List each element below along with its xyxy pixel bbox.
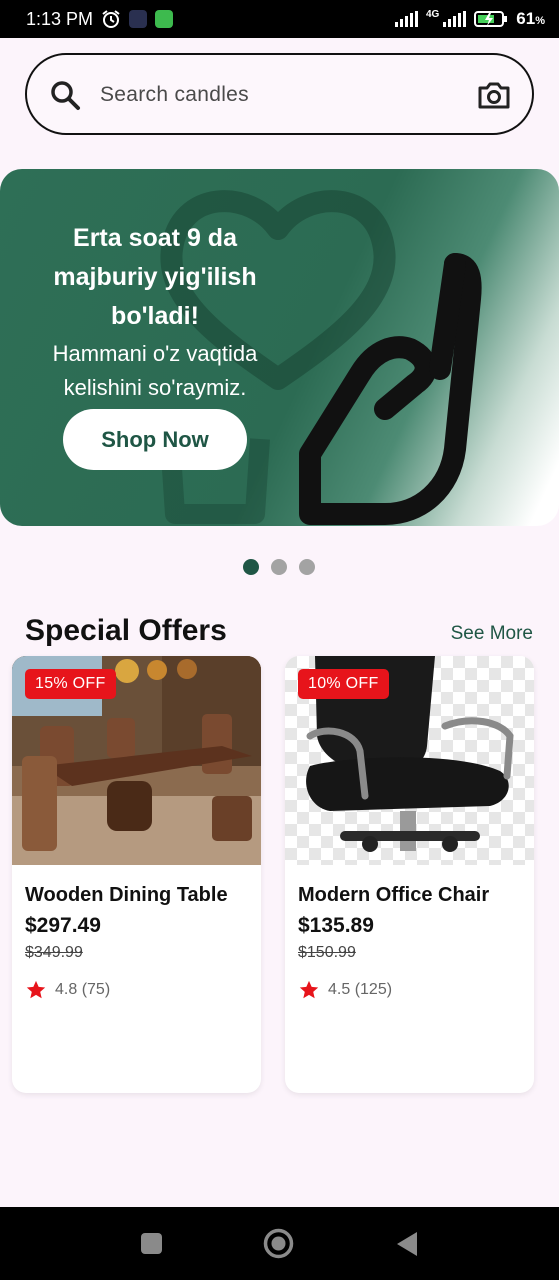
original-price: $349.99: [25, 944, 83, 961]
system-navigation-bar: [0, 1207, 559, 1280]
network-type: 4G: [425, 8, 440, 20]
product-card[interactable]: 15% OFF Wooden Dining Table $297.49 $349…: [12, 656, 261, 1093]
product-price: $297.49: [25, 914, 101, 937]
promo-banner[interactable]: Erta soat 9 da majburiy yig'ilish bo'lad…: [0, 169, 559, 526]
alarm-icon: [102, 10, 120, 28]
status-time: 1:13 PM: [26, 8, 94, 29]
product-card[interactable]: 10% OFF Modern Office Chair $135.89 $150…: [285, 656, 534, 1093]
product-name: Wooden Dining Table: [25, 884, 228, 906]
banner-title: Erta soat 9 da majburiy yig'ilish bo'lad…: [53, 224, 257, 330]
rating-text: 4.8 (75): [55, 981, 111, 998]
product-image-office-chair: 10% OFF: [285, 656, 534, 865]
product-rating: 4.8 (75): [25, 979, 110, 1001]
carousel-dot[interactable]: [299, 559, 315, 575]
product-price: $135.89: [298, 914, 374, 937]
star-icon: [26, 980, 46, 999]
status-bar: 1:13 PM 4G 61%: [0, 0, 559, 38]
product-rating: 4.5 (125): [298, 979, 392, 1001]
search-icon: [51, 81, 80, 110]
product-name: Modern Office Chair: [298, 884, 490, 906]
banner-subtitle: Hammani o'z vaqtida kelishini so'raymiz.: [52, 341, 258, 400]
battery-level: 61%: [516, 9, 545, 28]
android-notification-icon: [155, 10, 174, 28]
signal-icon-2: [443, 11, 467, 27]
search-input[interactable]: Search candles: [100, 83, 249, 107]
section-title: Special Offers: [25, 614, 227, 647]
carousel-dot[interactable]: [271, 559, 287, 575]
shop-now-button[interactable]: Shop Now: [63, 409, 247, 470]
star-icon: [299, 980, 319, 999]
carousel-dot[interactable]: [243, 559, 259, 575]
recent-apps-button[interactable]: [141, 1233, 162, 1254]
home-button[interactable]: [263, 1228, 294, 1259]
back-button[interactable]: [396, 1231, 418, 1257]
product-image-dining-table: 15% OFF: [12, 656, 261, 865]
battery-icon: [474, 11, 508, 27]
discount-badge: 10% OFF: [298, 669, 389, 699]
app-notification-icon: [129, 10, 148, 28]
search-bar[interactable]: Search candles: [25, 53, 534, 135]
discount-badge: 15% OFF: [25, 669, 116, 699]
rating-text: 4.5 (125): [328, 981, 393, 998]
carousel-indicator: [243, 559, 315, 575]
see-more-link[interactable]: See More: [451, 623, 533, 645]
signal-icon: [394, 11, 418, 27]
original-price: $150.99: [298, 944, 356, 961]
camera-icon[interactable]: [476, 77, 512, 113]
